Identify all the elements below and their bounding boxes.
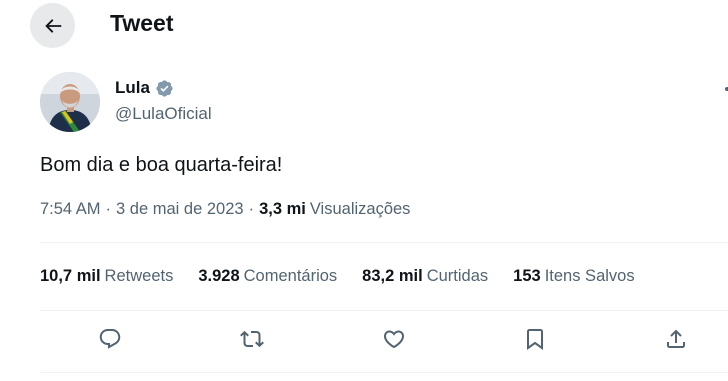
stat-label: Comentários	[243, 267, 338, 285]
tweet-text: Bom dia e boa quarta-feira!	[40, 154, 283, 176]
stat-label: Itens Salvos	[544, 267, 635, 285]
stat-likes[interactable]: 83,2 mil Curtidas	[362, 267, 488, 286]
stat-count: 10,7 mil	[40, 267, 101, 285]
meta-separator: ·	[105, 200, 112, 218]
stat-count: 153	[513, 267, 541, 285]
heart-icon	[383, 330, 405, 349]
divider	[40, 242, 728, 243]
tweet-date[interactable]: 3 de mai de 2023	[116, 200, 244, 219]
avatar-image	[40, 72, 100, 132]
views-count: 3,3 mi	[259, 200, 306, 218]
tweet-meta: 7:54 AM · 3 de mai de 2023 · 3,3 mi Visu…	[40, 200, 410, 219]
reply-button[interactable]	[95, 324, 125, 354]
reply-icon	[99, 329, 121, 349]
more-options-icon[interactable]	[724, 86, 728, 92]
stat-label: Retweets	[104, 267, 174, 285]
share-icon	[667, 329, 685, 348]
retweet-button[interactable]	[237, 324, 267, 354]
tweet-actions	[0, 320, 728, 360]
like-button[interactable]	[379, 324, 409, 354]
stat-count: 83,2 mil	[362, 267, 423, 285]
author-handle[interactable]: @LulaOficial	[115, 104, 212, 124]
divider	[40, 372, 728, 373]
stat-count: 3.928	[198, 267, 240, 285]
page-title: Tweet	[110, 10, 174, 36]
divider	[40, 310, 728, 311]
author-name[interactable]: Lula	[115, 78, 150, 98]
back-button[interactable]	[30, 3, 75, 48]
avatar[interactable]	[40, 72, 100, 132]
top-bar: Tweet	[0, 0, 728, 52]
author-name-row: Lula	[115, 78, 174, 98]
stat-label: Curtidas	[426, 267, 489, 285]
bookmark-icon	[527, 329, 543, 350]
stat-retweets[interactable]: 10,7 mil Retweets	[40, 267, 173, 286]
meta-separator: ·	[248, 200, 255, 218]
verified-badge-icon	[156, 79, 173, 97]
retweet-icon	[240, 330, 264, 348]
tweet-stats: 10,7 mil Retweets 3.928 Comentários 83,2…	[40, 267, 660, 286]
tweet-time[interactable]: 7:54 AM	[40, 200, 101, 219]
arrow-left-icon	[44, 18, 61, 33]
stat-bookmarks[interactable]: 153 Itens Salvos	[513, 267, 634, 286]
bookmark-button[interactable]	[520, 324, 550, 354]
share-button[interactable]	[661, 324, 691, 354]
views-label: Visualizações	[309, 200, 411, 218]
stat-comments[interactable]: 3.928 Comentários	[198, 267, 337, 286]
